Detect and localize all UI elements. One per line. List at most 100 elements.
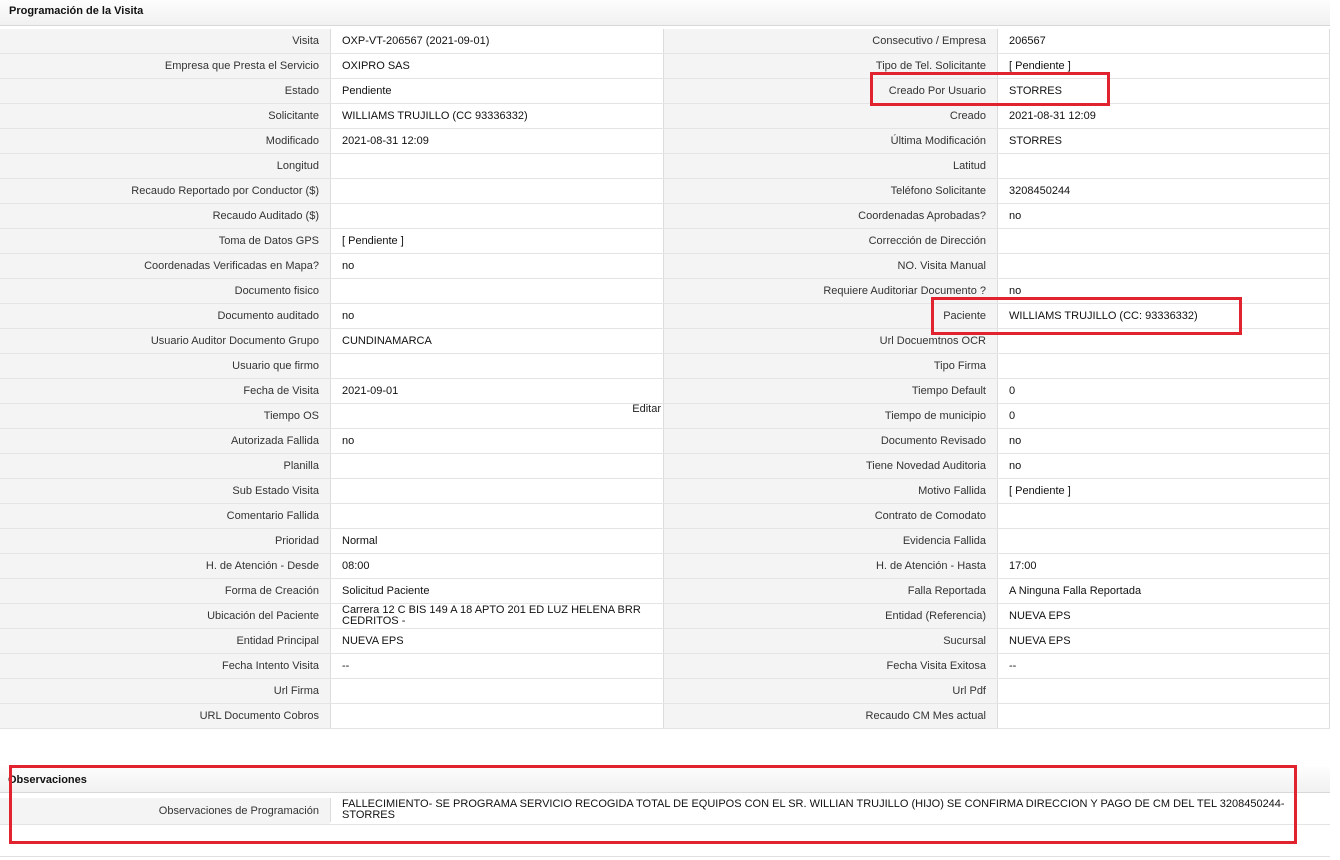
field-label: URL Documento Cobros	[0, 704, 330, 728]
table-row: URL Documento Cobros Recaudo CM Mes actua…	[0, 704, 1330, 729]
field-label: Coordenadas Aprobadas?	[664, 204, 997, 228]
field-label: Comentario Fallida	[0, 504, 330, 528]
field-label: Creado Por Usuario	[664, 79, 997, 103]
field-value: 0	[997, 379, 1330, 403]
field-label: Usuario que firmo	[0, 354, 330, 378]
table-row: Usuario que firmo Tipo Firma	[0, 354, 1330, 379]
field-label: Solicitante	[0, 104, 330, 128]
field-label: Consecutivo / Empresa	[664, 29, 997, 53]
field-label: Planilla	[0, 454, 330, 478]
field-value: [ Pendiente ]	[997, 479, 1330, 503]
field-value: Solicitud Paciente	[330, 579, 664, 603]
field-label: Forma de Creación	[0, 579, 330, 603]
visit-details-grid: Visita OXP-VT-206567 (2021-09-01) Consecut…	[0, 29, 1330, 729]
field-label: Toma de Datos GPS	[0, 229, 330, 253]
bottom-divider	[0, 856, 1330, 857]
table-row: Comentario Fallida Contrato de Comodato	[0, 504, 1330, 529]
field-value	[997, 529, 1330, 553]
table-row: Forma de Creación Solicitud Paciente Falla…	[0, 579, 1330, 604]
field-label: Paciente	[664, 304, 997, 328]
field-value	[330, 179, 664, 203]
field-label: Url Firma	[0, 679, 330, 703]
field-value: Editar	[330, 404, 664, 428]
editar-link[interactable]: Editar	[632, 404, 661, 421]
table-row: Ubicación del Paciente Carrera 12 C BIS 1…	[0, 604, 1330, 629]
field-label: Documento fisico	[0, 279, 330, 303]
field-label: Contrato de Comodato	[664, 504, 997, 528]
field-value: Pendiente	[330, 79, 664, 103]
field-label: Falla Reportada	[664, 579, 997, 603]
field-label: Teléfono Solicitante	[664, 179, 997, 203]
field-label: Url Pdf	[664, 679, 997, 703]
field-label: Tipo Firma	[664, 354, 997, 378]
field-label: Creado	[664, 104, 997, 128]
field-value	[997, 329, 1330, 353]
table-row: Tiempo OS Editar Tiempo de municipio 0	[0, 404, 1330, 429]
table-row: Solicitante WILLIAMS TRUJILLO (CC 9333633…	[0, 104, 1330, 129]
field-value	[997, 354, 1330, 378]
field-label: H. de Atención - Hasta	[664, 554, 997, 578]
field-label: Fecha Intento Visita	[0, 654, 330, 678]
table-row: Prioridad Normal Evidencia Fallida	[0, 529, 1330, 554]
field-value: 2021-08-31 12:09	[997, 104, 1330, 128]
field-value	[330, 154, 664, 178]
field-value	[997, 154, 1330, 178]
field-value	[330, 454, 664, 478]
table-row: Recaudo Reportado por Conductor ($) Teléf…	[0, 179, 1330, 204]
field-label: Url Docuemtnos OCR	[664, 329, 997, 353]
field-label: Prioridad	[0, 529, 330, 553]
field-label: Empresa que Presta el Servicio	[0, 54, 330, 78]
table-row: Autorizada Fallida no Documento Revisado …	[0, 429, 1330, 454]
field-value: no	[997, 454, 1330, 478]
field-value: 08:00	[330, 554, 664, 578]
field-value: A Ninguna Falla Reportada	[997, 579, 1330, 603]
field-label: Sucursal	[664, 629, 997, 653]
field-label: Tiempo OS	[0, 404, 330, 428]
field-value: Normal	[330, 529, 664, 553]
field-value: WILLIAMS TRUJILLO (CC: 93336332)	[997, 304, 1330, 328]
field-label: Documento auditado	[0, 304, 330, 328]
table-row: Usuario Auditor Documento Grupo CUNDINAMA…	[0, 329, 1330, 354]
field-value	[330, 479, 664, 503]
field-value: no	[997, 204, 1330, 228]
field-value: OXP-VT-206567 (2021-09-01)	[330, 29, 664, 53]
field-label: Entidad Principal	[0, 629, 330, 653]
section-title-programacion: Programación de la Visita	[0, 0, 1330, 26]
table-row: H. de Atención - Desde 08:00 H. de Atenció…	[0, 554, 1330, 579]
field-value: WILLIAMS TRUJILLO (CC 93336332)	[330, 104, 664, 128]
table-row: Fecha Intento Visita -- Fecha Visita Exit…	[0, 654, 1330, 679]
field-value: [ Pendiente ]	[997, 54, 1330, 78]
field-label: Corrección de Dirección	[664, 229, 997, 253]
field-value	[997, 254, 1330, 278]
field-value: Carrera 12 C BIS 149 A 18 APTO 201 ED LU…	[330, 604, 664, 628]
field-value: no	[997, 429, 1330, 453]
field-value: NUEVA EPS	[997, 629, 1330, 653]
field-label: NO. Visita Manual	[664, 254, 997, 278]
table-row: Recaudo Auditado ($) Coordenadas Aprobada…	[0, 204, 1330, 229]
field-label: Fecha Visita Exitosa	[664, 654, 997, 678]
field-value: 2021-09-01	[330, 379, 664, 403]
field-label: Fecha de Visita	[0, 379, 330, 403]
field-value: --	[330, 654, 664, 678]
field-value: --	[997, 654, 1330, 678]
field-value: NUEVA EPS	[997, 604, 1330, 628]
observaciones-label: Observaciones de Programación	[0, 798, 330, 824]
section-title-observaciones: Observaciones	[0, 767, 1330, 793]
field-label: Evidencia Fallida	[664, 529, 997, 553]
field-label: Documento Revisado	[664, 429, 997, 453]
field-label: Tiene Novedad Auditoria	[664, 454, 997, 478]
table-row: Toma de Datos GPS[ Pendiente ] Corrección…	[0, 229, 1330, 254]
field-label: Recaudo Reportado por Conductor ($)	[0, 179, 330, 203]
field-value	[997, 704, 1330, 728]
field-value	[330, 279, 664, 303]
field-value: STORRES	[997, 79, 1330, 103]
field-label: Recaudo Auditado ($)	[0, 204, 330, 228]
field-value	[997, 504, 1330, 528]
field-label: Usuario Auditor Documento Grupo	[0, 329, 330, 353]
field-label: Ubicación del Paciente	[0, 604, 330, 628]
field-label: Entidad (Referencia)	[664, 604, 997, 628]
field-label: Longitud	[0, 154, 330, 178]
field-value: STORRES	[997, 129, 1330, 153]
field-value	[330, 354, 664, 378]
table-row: Documento fisico Requiere Auditoriar Docu…	[0, 279, 1330, 304]
